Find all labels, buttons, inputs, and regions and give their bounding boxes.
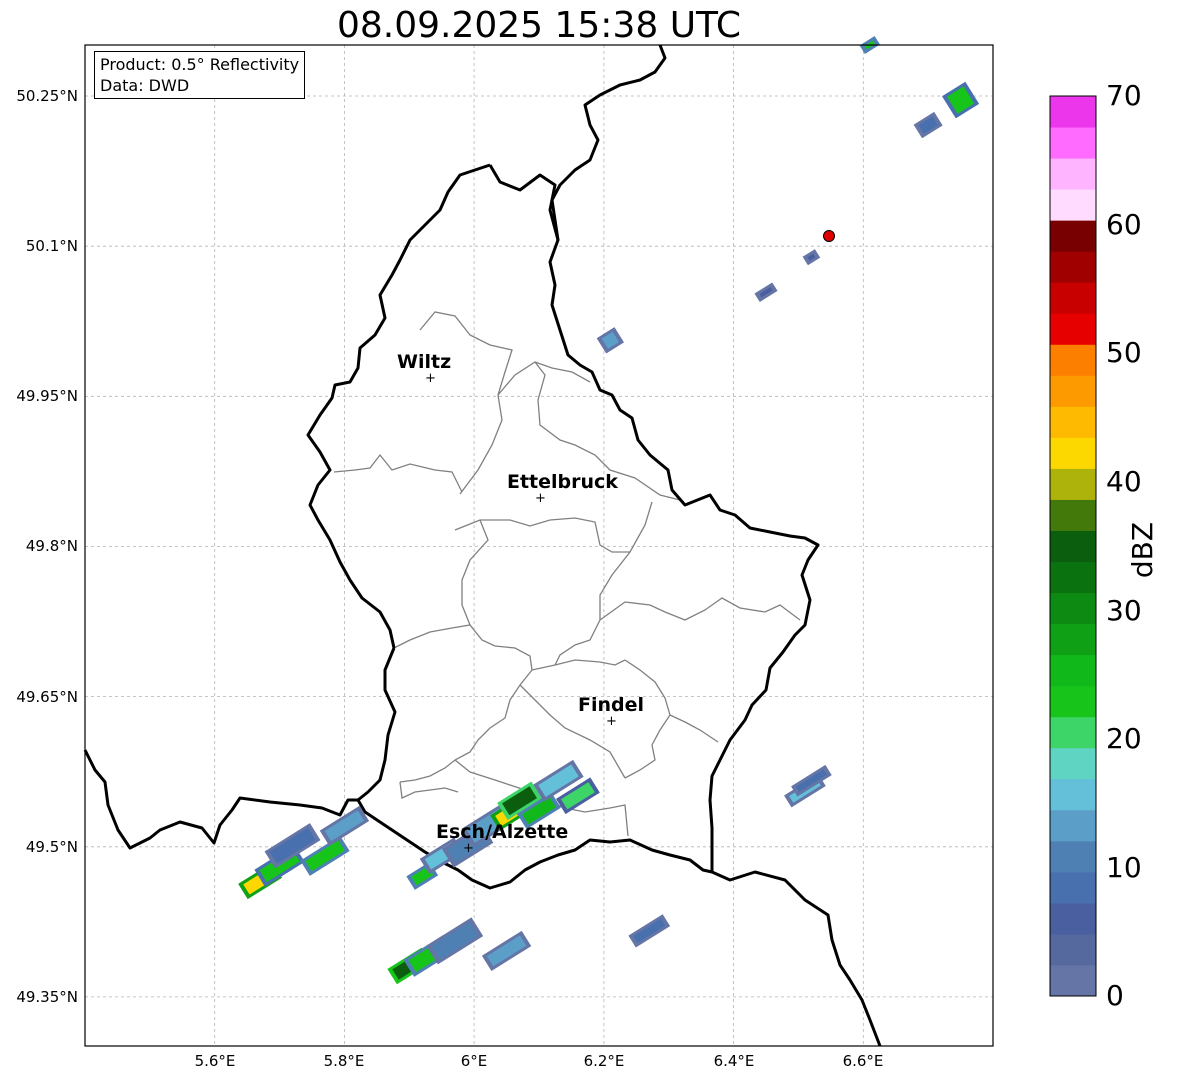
- colorbar-segment: [1050, 468, 1096, 500]
- colorbar-tick: 70: [1106, 79, 1142, 112]
- colorbar-segment: [1050, 344, 1096, 376]
- x-tick-label: 5.6°E: [194, 1052, 236, 1070]
- colorbar-segment: [1050, 840, 1096, 873]
- colorbar-segment: [1050, 189, 1096, 221]
- colorbar-segment: [1050, 499, 1096, 531]
- colorbar-segment: [1050, 747, 1096, 780]
- colorbar-segment: [1050, 623, 1096, 656]
- canton-boundaries: [333, 311, 801, 837]
- colorbar-segment: [1050, 654, 1096, 687]
- y-tick-label: 50.25°N: [16, 87, 78, 105]
- colorbar-segment: [1050, 778, 1096, 811]
- radar-map: [83, 36, 1097, 1047]
- colorbar-segment: [1050, 406, 1096, 438]
- radar-echo-cell: [754, 282, 778, 303]
- colorbar-tick: 30: [1106, 594, 1142, 627]
- colorbar-segment: [1050, 127, 1096, 159]
- gridlines: [85, 45, 993, 1046]
- info-product: Product: 0.5° Reflectivity: [100, 55, 300, 74]
- city-marker-icon: +: [606, 714, 617, 729]
- radar-echo-cell: [596, 327, 625, 354]
- colorbar-label: dBZ: [1126, 521, 1159, 579]
- map-frame: [84, 44, 994, 1047]
- y-tick-label: 50.1°N: [25, 237, 78, 255]
- colorbar-tick: 20: [1106, 722, 1142, 755]
- colorbar-segment: [1050, 902, 1096, 935]
- y-tick-label: 49.95°N: [16, 387, 78, 405]
- x-tick-label: 6.2°E: [583, 1052, 625, 1070]
- info-box: Product: 0.5° Reflectivity Data: DWD: [94, 51, 306, 99]
- city-marker-icon: +: [463, 841, 474, 856]
- radar-echo-cell: [913, 111, 943, 139]
- colorbar-segment: [1050, 592, 1096, 625]
- y-tick-label: 49.35°N: [16, 988, 78, 1006]
- colorbar-segment: [1050, 220, 1096, 252]
- colorbar-segment: [1050, 933, 1096, 966]
- y-tick-label: 49.5°N: [25, 838, 78, 856]
- colorbar-segment: [1050, 313, 1096, 345]
- radar-echo-cell: [802, 249, 821, 266]
- city-label-findel: Findel: [578, 694, 645, 716]
- radar-echo-cell: [942, 81, 980, 119]
- radar-echo-cell: [426, 917, 484, 965]
- x-tick-label: 5.8°E: [323, 1052, 365, 1070]
- colorbar: [1050, 96, 1096, 997]
- colorbar-segment: [1050, 964, 1096, 997]
- x-tick-label: 6°E: [460, 1052, 488, 1070]
- colorbar-segment: [1050, 685, 1096, 718]
- colorbar-segment: [1050, 158, 1096, 190]
- city-label-wiltz: Wiltz: [397, 351, 452, 373]
- x-tick-label: 6.6°E: [842, 1052, 884, 1070]
- y-tick-label: 49.8°N: [25, 537, 78, 555]
- colorbar-segment: [1050, 871, 1096, 904]
- colorbar-segment: [1050, 437, 1096, 469]
- map-title: 08.09.2025 15:38 UTC: [336, 5, 742, 46]
- radar-site-marker: [823, 230, 835, 242]
- y-tick-label: 49.65°N: [16, 688, 78, 706]
- colorbar-tick: 60: [1106, 208, 1142, 241]
- lux-border: [83, 164, 820, 890]
- city-label-ettelbruck: Ettelbruck: [507, 471, 618, 493]
- colorbar-segment: [1050, 96, 1096, 128]
- x-tick-label: 6.4°E: [713, 1052, 755, 1070]
- colorbar-segment: [1050, 375, 1096, 407]
- colorbar-segment: [1050, 282, 1096, 314]
- radar-echo-cell: [628, 914, 671, 948]
- colorbar-segment: [1050, 251, 1096, 283]
- radar-echo-cell: [481, 930, 532, 971]
- colorbar-tick: 0: [1106, 979, 1124, 1012]
- city-label-esch-alzette: Esch/Alzette: [436, 821, 569, 843]
- colorbar-segment: [1050, 809, 1096, 842]
- colorbar-tick: 10: [1106, 851, 1142, 884]
- colorbar-tick: 50: [1106, 336, 1142, 369]
- colorbar-tick: 40: [1106, 465, 1142, 498]
- city-marker-icon: +: [535, 491, 546, 506]
- city-marker-icon: +: [425, 371, 436, 386]
- colorbar-segment: [1050, 561, 1096, 594]
- info-data-source: Data: DWD: [100, 76, 190, 95]
- colorbar-segment: [1050, 530, 1096, 563]
- colorbar-segment: [1050, 716, 1096, 749]
